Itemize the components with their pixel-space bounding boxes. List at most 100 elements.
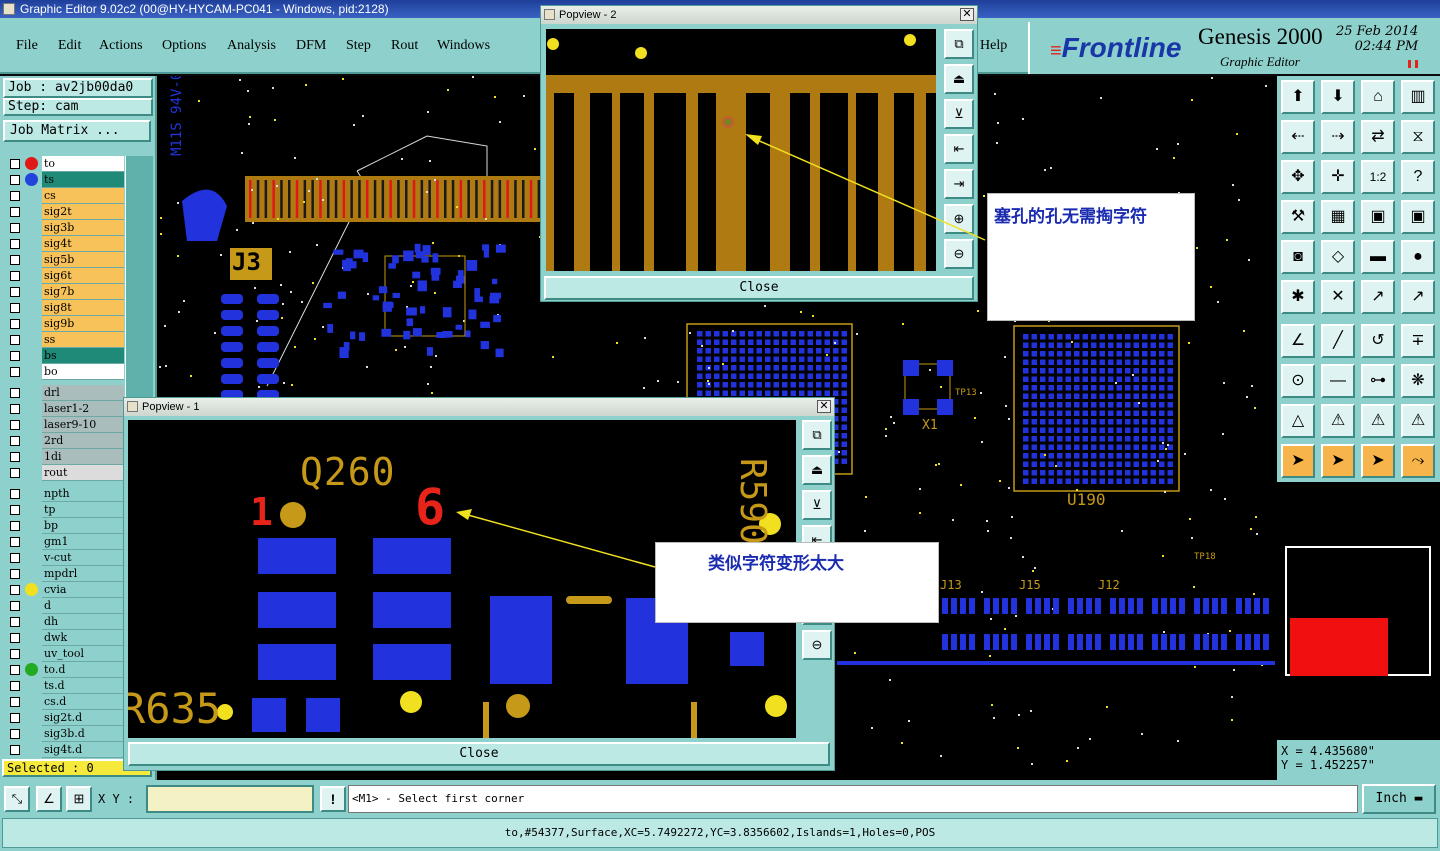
layer-checkbox[interactable] xyxy=(10,505,20,515)
layer-row-1di[interactable]: 1di xyxy=(4,449,124,465)
tool-button-26[interactable]: ╱ xyxy=(1321,324,1355,358)
layer-row-v-cut[interactable]: v-cut xyxy=(4,550,124,566)
layer-checkbox[interactable] xyxy=(10,239,20,249)
tool-button-25[interactable]: ∠ xyxy=(1281,324,1315,358)
layer-checkbox[interactable] xyxy=(10,601,20,611)
layer-name[interactable]: laser9-10 xyxy=(42,417,124,433)
layer-name[interactable]: v-cut xyxy=(42,550,124,566)
tool-button-22[interactable]: ✕ xyxy=(1321,280,1355,314)
layer-checkbox[interactable] xyxy=(10,367,20,377)
layer-row-gm1[interactable]: gm1 xyxy=(4,534,124,550)
layer-row-drl[interactable]: drl xyxy=(4,385,124,401)
layer-row-bo[interactable]: bo xyxy=(4,364,124,380)
layer-name[interactable]: rout xyxy=(42,465,124,481)
tool-button-17[interactable]: ◙ xyxy=(1281,240,1315,274)
layer-name[interactable]: sig5b xyxy=(42,252,124,268)
pan-down-icon[interactable]: ⊻ xyxy=(944,99,974,129)
layer-checkbox[interactable] xyxy=(10,335,20,345)
layer-name[interactable]: npth xyxy=(42,486,124,502)
tool-button-2[interactable]: ⬇ xyxy=(1321,80,1355,114)
tool-button-34[interactable]: ⚠ xyxy=(1321,404,1355,438)
layer-row-sig5b[interactable]: sig5b xyxy=(4,252,124,268)
layer-name[interactable]: to xyxy=(42,156,124,172)
close-icon[interactable]: ✕ xyxy=(960,8,974,21)
layer-name[interactable]: mpdrl xyxy=(42,566,124,582)
layer-checkbox[interactable] xyxy=(10,436,20,446)
layer-checkbox[interactable] xyxy=(10,553,20,563)
layer-checkbox[interactable] xyxy=(10,404,20,414)
tool-button-9[interactable]: ✥ xyxy=(1281,160,1315,194)
tool-button-33[interactable]: △ xyxy=(1281,404,1315,438)
tool-button-3[interactable]: ⌂ xyxy=(1361,80,1395,114)
tool-button-28[interactable]: ∓ xyxy=(1401,324,1435,358)
layer-name[interactable]: sig3b.d xyxy=(42,726,124,742)
menu-help[interactable]: Help xyxy=(980,38,1007,54)
overview-viewport[interactable] xyxy=(1290,618,1388,676)
tool-button-30[interactable]: — xyxy=(1321,364,1355,398)
layer-name[interactable]: sig2t.d xyxy=(42,710,124,726)
layer-name[interactable]: sig7b xyxy=(42,284,124,300)
layer-checkbox[interactable] xyxy=(10,745,20,755)
measure-icon[interactable]: ∠ xyxy=(36,786,62,812)
layer-row-tp[interactable]: tp xyxy=(4,502,124,518)
tool-button-38[interactable]: ➤ xyxy=(1321,444,1355,478)
layer-row-uv_tool[interactable]: uv_tool xyxy=(4,646,124,662)
layer-checkbox[interactable] xyxy=(10,649,20,659)
tool-button-14[interactable]: ▦ xyxy=(1321,200,1355,234)
layer-checkbox[interactable] xyxy=(10,303,20,313)
overview-panel[interactable] xyxy=(1277,482,1440,782)
layer-checkbox[interactable] xyxy=(10,207,20,217)
layer-name[interactable]: sig4t xyxy=(42,236,124,252)
tool-button-40[interactable]: ⤳ xyxy=(1401,444,1435,478)
layer-row-bs[interactable]: bs xyxy=(4,348,124,364)
pan-up-icon[interactable]: ⏏ xyxy=(802,455,832,485)
tool-button-10[interactable]: ✛ xyxy=(1321,160,1355,194)
layer-checkbox[interactable] xyxy=(10,191,20,201)
layer-row-sig3b.d[interactable]: sig3b.d xyxy=(4,726,124,742)
layer-row-laser1-2[interactable]: laser1-2 xyxy=(4,401,124,417)
layer-row-rout[interactable]: rout xyxy=(4,465,124,481)
tool-button-19[interactable]: ▬ xyxy=(1361,240,1395,274)
layer-row-cvia[interactable]: cvia xyxy=(4,582,124,598)
menu-dfm[interactable]: DFM xyxy=(296,38,326,54)
layer-checkbox[interactable] xyxy=(10,420,20,430)
layer-name[interactable]: tp xyxy=(42,502,124,518)
tool-button-6[interactable]: ⇢ xyxy=(1321,120,1355,154)
layer-name[interactable]: sig6t xyxy=(42,268,124,284)
layer-name[interactable]: 2rd xyxy=(42,433,124,449)
tool-button-32[interactable]: ❋ xyxy=(1401,364,1435,398)
layer-name[interactable]: bs xyxy=(42,348,124,364)
tool-button-31[interactable]: ⊶ xyxy=(1361,364,1395,398)
layer-name[interactable]: uv_tool xyxy=(42,646,124,662)
layer-name[interactable]: drl xyxy=(42,385,124,401)
layer-checkbox[interactable] xyxy=(10,617,20,627)
tool-button-37[interactable]: ➤ xyxy=(1281,444,1315,478)
tool-button-12[interactable]: ? xyxy=(1401,160,1435,194)
menu-options[interactable]: Options xyxy=(162,38,206,54)
tool-button-8[interactable]: ⧖ xyxy=(1401,120,1435,154)
layer-checkbox[interactable] xyxy=(10,351,20,361)
layer-name[interactable]: bo xyxy=(42,364,124,380)
layer-checkbox[interactable] xyxy=(10,175,20,185)
layer-row-sig7b[interactable]: sig7b xyxy=(4,284,124,300)
layer-name[interactable]: cvia xyxy=(42,582,124,598)
zoom-in-icon[interactable]: ⊕ xyxy=(944,204,974,234)
menu-rout[interactable]: Rout xyxy=(391,38,418,54)
layer-name[interactable]: ts.d xyxy=(42,678,124,694)
layer-checkbox[interactable] xyxy=(10,388,20,398)
layer-checkbox[interactable] xyxy=(10,159,20,169)
zoom-out-icon[interactable]: ⊖ xyxy=(944,239,974,269)
menu-analysis[interactable]: Analysis xyxy=(227,38,276,54)
layer-name[interactable]: cs.d xyxy=(42,694,124,710)
layer-name[interactable]: sig4t.d xyxy=(42,742,124,758)
layer-checkbox[interactable] xyxy=(10,697,20,707)
layer-row-ss[interactable]: ss xyxy=(4,332,124,348)
menu-file[interactable]: File xyxy=(16,38,38,54)
layer-row-mpdrl[interactable]: mpdrl xyxy=(4,566,124,582)
zoom-area-icon[interactable]: ⤡ xyxy=(4,786,30,812)
layer-row-sig8t[interactable]: sig8t xyxy=(4,300,124,316)
menu-actions[interactable]: Actions xyxy=(99,38,143,54)
layer-name[interactable]: d xyxy=(42,598,124,614)
layer-checkbox[interactable] xyxy=(10,569,20,579)
tool-button-5[interactable]: ⇠ xyxy=(1281,120,1315,154)
